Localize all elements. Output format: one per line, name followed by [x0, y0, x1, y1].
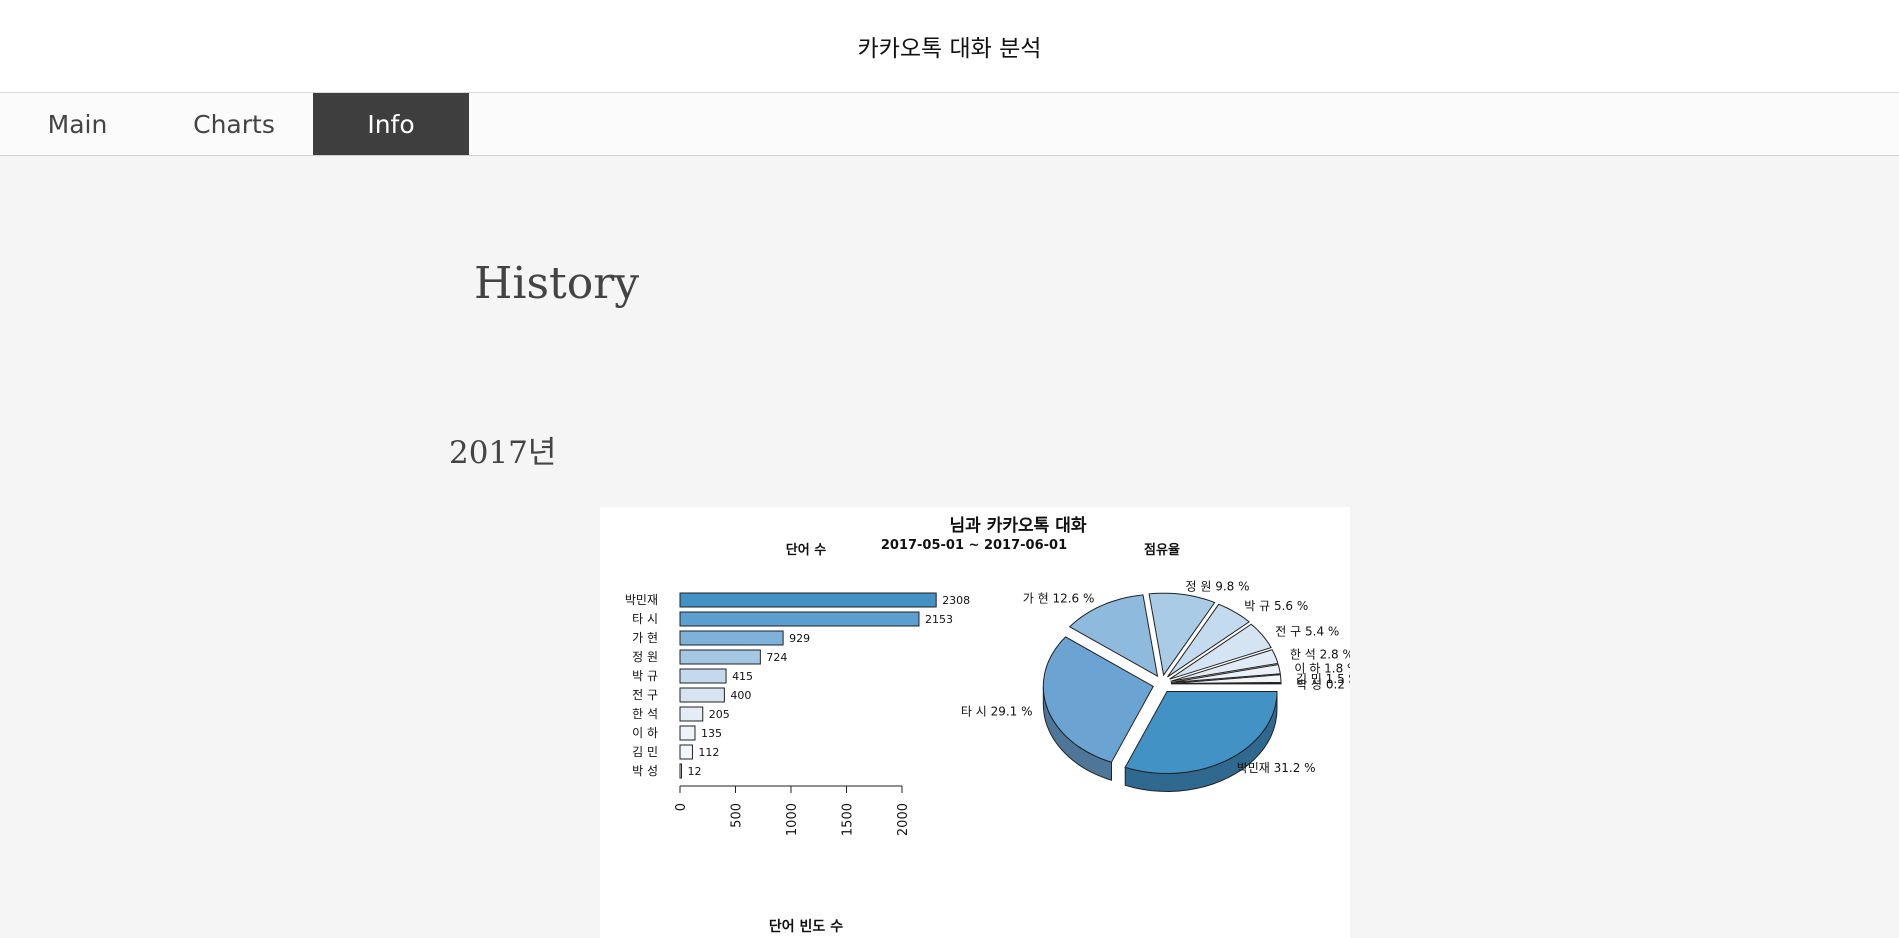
chart-figure: 님과 카카오톡 대화 2017-05-01 ~ 2017-06-01 단어 수 …: [600, 507, 1350, 938]
x-axis-tick-label: 0: [674, 803, 689, 811]
pie-slice-label: 전 구 5.4 %: [1275, 624, 1339, 638]
bar-value-label: 2153: [925, 613, 953, 626]
bar-category-label: 가 현: [632, 631, 658, 645]
figure-date-range: 2017-05-01 ~ 2017-06-01: [881, 538, 1067, 553]
bar: [679, 744, 693, 760]
nav-bar: Main Charts Info: [0, 93, 1899, 156]
pie-slice-label: 정 원 9.8 %: [1185, 580, 1249, 594]
bar-value-label: 400: [730, 689, 751, 702]
app-header: 카카오톡 대화 분석: [0, 0, 1899, 93]
bar-category-label: 박민재: [625, 593, 658, 607]
figure-title: 님과 카카오톡 대화: [950, 516, 1087, 536]
pie-chart-title: 점유율: [1144, 542, 1180, 558]
bar: [679, 611, 920, 627]
bar-value-label: 12: [688, 765, 702, 778]
pie-slice-label: 박 성 0.2 %: [1296, 677, 1350, 691]
year-heading: 2017년: [449, 435, 557, 471]
bar: [679, 763, 682, 779]
bar: [679, 649, 761, 665]
bar-category-label: 한 석: [632, 707, 658, 721]
bar-value-label: 2308: [942, 594, 970, 607]
bar-value-label: 112: [698, 746, 719, 759]
pie-slice-label: 박민재 31.2 %: [1237, 761, 1316, 775]
pie-slice-label: 박 규 5.6 %: [1244, 599, 1308, 613]
bar: [679, 592, 937, 608]
x-axis-tick-label: 1500: [841, 803, 856, 836]
bar: [679, 725, 696, 741]
tab-main[interactable]: Main: [0, 93, 155, 155]
x-axis-tick-label: 2000: [896, 803, 911, 836]
bar-chart-title: 단어 수: [786, 542, 826, 558]
bar-category-label: 박 성: [632, 764, 658, 778]
pie-slice-label: 타 시 29.1 %: [961, 704, 1033, 718]
bar-value-label: 205: [709, 708, 730, 721]
pie-slice-label: 가 현 12.6 %: [1023, 592, 1095, 606]
word-frequency-title: 단어 빈도 수: [769, 918, 843, 935]
tab-info[interactable]: Info: [313, 93, 469, 155]
pie-slice-label: 한 석 2.8 %: [1290, 648, 1350, 662]
bar-category-label: 김 민: [632, 745, 658, 759]
bar: [679, 706, 704, 722]
bar-value-label: 415: [732, 670, 753, 683]
bar-category-label: 박 규: [632, 669, 658, 683]
pie-chart: 박민재 31.2 % 타 시 29.1 % 가 현 12.6 % 정 원 9.8 % 박…: [961, 580, 1350, 793]
bar-value-label: 135: [701, 727, 722, 740]
bar: [679, 687, 725, 703]
bar: [679, 630, 784, 646]
bar-category-label: 전 구: [632, 688, 658, 702]
bar-category-label: 이 하: [632, 726, 658, 740]
x-axis-tick-label: 500: [730, 803, 745, 828]
bar-value-label: 724: [766, 651, 787, 664]
tab-charts[interactable]: Charts: [155, 93, 313, 155]
chart-svg: 님과 카카오톡 대화 2017-05-01 ~ 2017-06-01 단어 수 …: [625, 516, 1350, 935]
bar: [679, 668, 727, 684]
bar-category-label: 정 원: [632, 650, 658, 664]
x-axis-tick-label: 1000: [785, 803, 800, 836]
bar-category-label: 타 시: [632, 612, 658, 626]
app-title: 카카오톡 대화 분석: [857, 36, 1042, 62]
page-title: History: [474, 258, 640, 309]
bar-value-label: 929: [789, 632, 810, 645]
bar-chart: 2308 박민재 2153 타 시 929 가 현 724 정 원 415 박 규 400 전 구 20…: [625, 592, 970, 836]
